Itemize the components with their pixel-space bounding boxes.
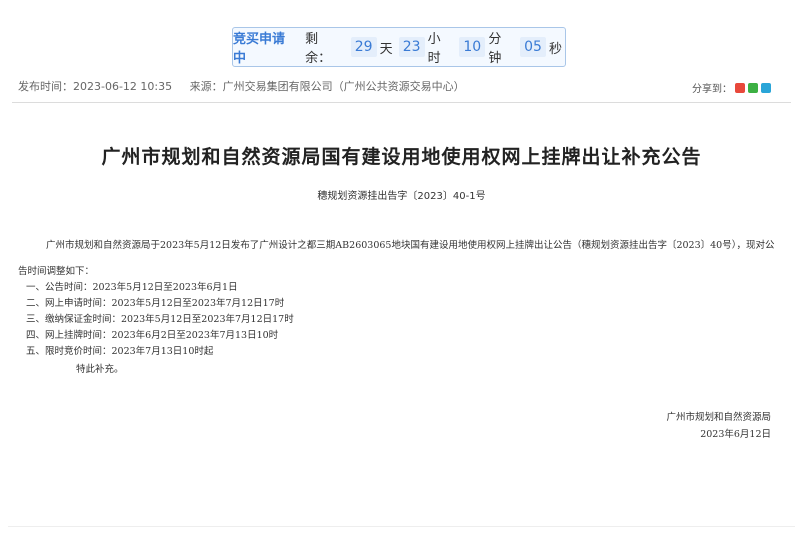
bid-status: 竞买申请中	[233, 32, 286, 66]
qq-icon[interactable]	[761, 82, 771, 93]
document-number: 穗规划资源挂出告字〔2023〕40-1号	[317, 191, 486, 202]
days-unit: 天	[379, 41, 393, 57]
signer: 广州市规划和自然资源局	[666, 412, 771, 423]
days-value: 29	[350, 37, 377, 57]
list-item: 三、缴纳保证金时间：2023年5月12日至2023年7月12日17时	[26, 314, 294, 325]
seconds-unit: 秒	[548, 41, 562, 57]
minutes-value: 10	[459, 37, 486, 57]
notice-body: 广州市规划和自然资源局于2023年5月12日发布了广州设计之都三期AB26030…	[18, 233, 780, 285]
list-item: 五、限时竞价时间：2023年7月13日10时起	[26, 346, 214, 357]
hours-value: 23	[398, 37, 425, 57]
bottom-divider	[8, 526, 795, 527]
page-container: 竞买申请中 剩余： 29 天 23 小时 10 分钟 05 秒 发布时间：202…	[4, 4, 799, 532]
list-item: 二、网上申请时间：2023年5月12日至2023年7月12日17时	[26, 298, 285, 309]
weibo-icon[interactable]	[735, 82, 745, 93]
signature-block: 广州市规划和自然资源局 2023年6月12日	[666, 409, 771, 443]
closing-text: 特此补充。	[76, 364, 124, 375]
divider	[12, 102, 791, 103]
hours-unit: 小时	[427, 32, 441, 66]
share-bar: 分享到：	[692, 80, 771, 95]
sign-date: 2023年6月12日	[700, 429, 771, 440]
notice-title: 广州市规划和自然资源局国有建设用地使用权网上挂牌出让补充公告	[101, 146, 702, 168]
article-meta: 发布时间：2023-06-12 10:35 来源：广州交易集团有限公司（广州公共…	[18, 78, 479, 94]
publish-time: 发布时间：2023-06-12 10:35	[18, 80, 173, 93]
seconds-value: 05	[519, 37, 546, 57]
minutes-unit: 分钟	[488, 32, 502, 66]
wechat-icon[interactable]	[748, 82, 758, 93]
source: 来源：广州交易集团有限公司（广州公共资源交易中心）	[189, 80, 465, 93]
remaining-label: 剩余：	[305, 32, 332, 66]
list-item: 一、公告时间：2023年5月12日至2023年6月1日	[26, 282, 238, 293]
share-label: 分享到：	[692, 84, 732, 95]
list-item: 四、网上挂牌时间：2023年6月2日至2023年7月13日10时	[26, 330, 279, 341]
schedule-list: 一、公告时间：2023年5月12日至2023年6月1日 二、网上申请时间：202…	[26, 280, 294, 378]
countdown-banner: 竞买申请中 剩余： 29 天 23 小时 10 分钟 05 秒	[232, 27, 566, 67]
intro-paragraph: 广州市规划和自然资源局于2023年5月12日发布了广州设计之都三期AB26030…	[18, 240, 775, 277]
